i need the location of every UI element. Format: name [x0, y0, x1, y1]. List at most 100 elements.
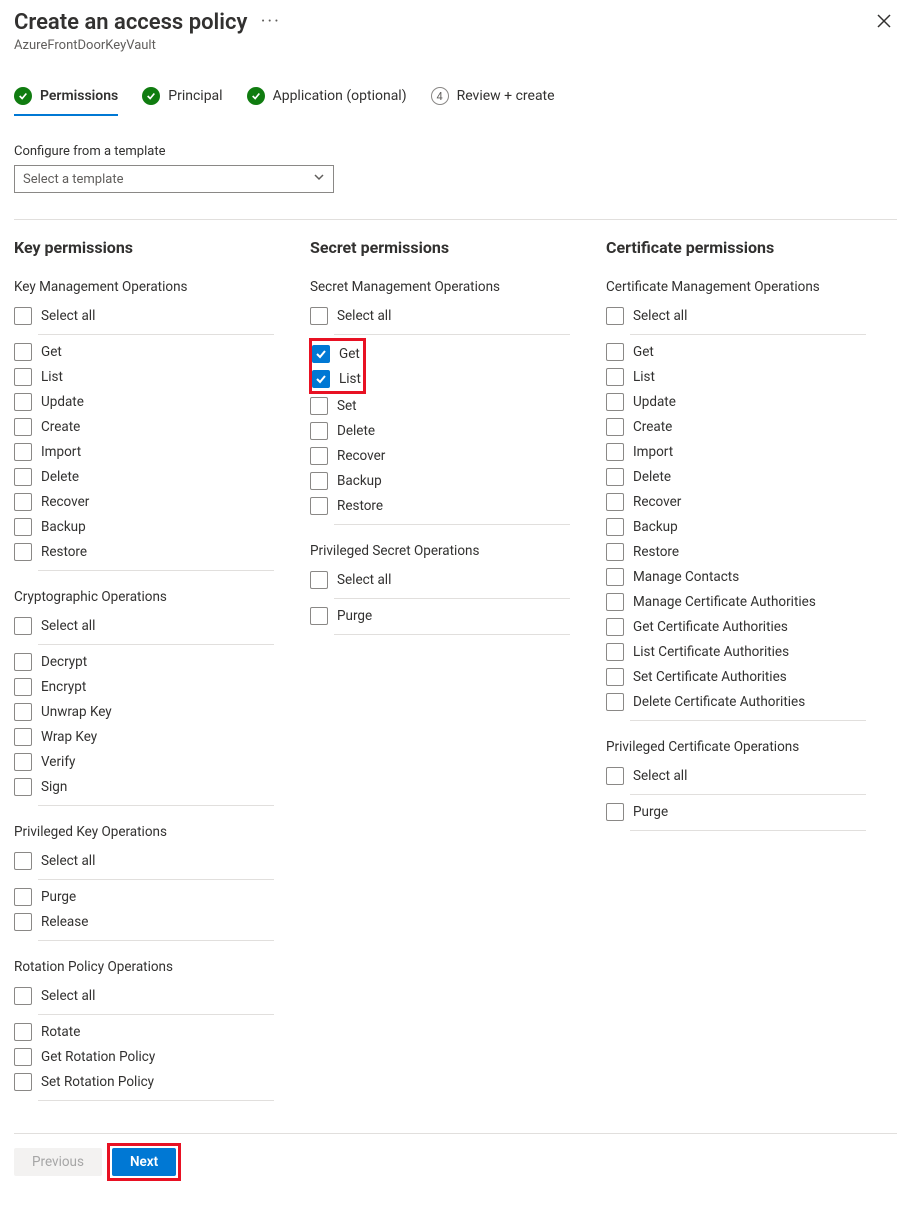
close-button[interactable] — [871, 10, 897, 36]
secret-perm-backup[interactable]: Backup — [310, 468, 570, 493]
key-perm-get-rotation-policy[interactable]: Get Rotation Policy — [14, 1044, 274, 1069]
key-perm-wrap-key[interactable]: Wrap Key — [14, 724, 274, 749]
cert-perm-delete[interactable]: Delete — [606, 464, 866, 489]
key-select-all[interactable]: Select all — [14, 303, 274, 328]
template-select[interactable]: Select a template — [14, 165, 334, 193]
checkbox[interactable] — [310, 447, 328, 465]
checkbox[interactable] — [14, 1073, 32, 1091]
checkbox[interactable] — [606, 343, 624, 361]
checkbox[interactable] — [606, 693, 624, 711]
cert-perm-purge[interactable]: Purge — [606, 799, 866, 824]
tab-step-1[interactable]: Permissions — [14, 81, 118, 115]
checkbox[interactable] — [14, 1048, 32, 1066]
checkbox[interactable] — [14, 653, 32, 671]
checkbox[interactable] — [14, 307, 32, 325]
checkbox[interactable] — [606, 518, 624, 536]
key-perm-unwrap-key[interactable]: Unwrap Key — [14, 699, 274, 724]
checkbox[interactable] — [14, 543, 32, 561]
checkbox[interactable] — [14, 518, 32, 536]
key-select-all[interactable]: Select all — [14, 848, 274, 873]
checkbox[interactable] — [606, 767, 624, 785]
key-select-all[interactable]: Select all — [14, 613, 274, 638]
cert-perm-get-certificate-authorities[interactable]: Get Certificate Authorities — [606, 614, 866, 639]
checkbox[interactable] — [606, 368, 624, 386]
cert-perm-get[interactable]: Get — [606, 339, 866, 364]
checkbox[interactable] — [606, 307, 624, 325]
cert-perm-set-certificate-authorities[interactable]: Set Certificate Authorities — [606, 664, 866, 689]
cert-perm-import[interactable]: Import — [606, 439, 866, 464]
key-perm-rotate[interactable]: Rotate — [14, 1019, 274, 1044]
key-perm-list[interactable]: List — [14, 364, 274, 389]
key-select-all[interactable]: Select all — [14, 983, 274, 1008]
checkbox[interactable] — [606, 803, 624, 821]
cert-perm-restore[interactable]: Restore — [606, 539, 866, 564]
cert-perm-delete-certificate-authorities[interactable]: Delete Certificate Authorities — [606, 689, 866, 714]
checkbox[interactable] — [14, 678, 32, 696]
tab-step-4[interactable]: 4Review + create — [431, 81, 555, 115]
checkbox[interactable] — [606, 443, 624, 461]
key-perm-verify[interactable]: Verify — [14, 749, 274, 774]
secret-perm-get[interactable]: Get — [312, 341, 361, 366]
cert-select-all[interactable]: Select all — [606, 763, 866, 788]
checkbox[interactable] — [310, 607, 328, 625]
checkbox[interactable] — [606, 618, 624, 636]
checkbox[interactable] — [14, 443, 32, 461]
checkbox[interactable] — [14, 888, 32, 906]
cert-perm-update[interactable]: Update — [606, 389, 866, 414]
secret-perm-delete[interactable]: Delete — [310, 418, 570, 443]
checkbox[interactable] — [14, 1023, 32, 1041]
checkbox[interactable] — [14, 493, 32, 511]
checkbox[interactable] — [14, 703, 32, 721]
checkbox[interactable] — [310, 472, 328, 490]
checkbox[interactable] — [14, 913, 32, 931]
previous-button[interactable]: Previous — [14, 1148, 102, 1176]
cert-perm-list-certificate-authorities[interactable]: List Certificate Authorities — [606, 639, 866, 664]
secret-perm-set[interactable]: Set — [310, 393, 570, 418]
key-perm-recover[interactable]: Recover — [14, 489, 274, 514]
checkbox[interactable] — [14, 778, 32, 796]
checkbox[interactable] — [14, 728, 32, 746]
key-perm-delete[interactable]: Delete — [14, 464, 274, 489]
checkbox[interactable] — [14, 617, 32, 635]
key-perm-import[interactable]: Import — [14, 439, 274, 464]
checkbox[interactable] — [606, 393, 624, 411]
checkbox[interactable] — [606, 668, 624, 686]
checkbox[interactable] — [606, 418, 624, 436]
checkbox[interactable] — [606, 568, 624, 586]
cert-perm-manage-contacts[interactable]: Manage Contacts — [606, 564, 866, 589]
secret-perm-purge[interactable]: Purge — [310, 603, 570, 628]
key-perm-backup[interactable]: Backup — [14, 514, 274, 539]
secret-perm-restore[interactable]: Restore — [310, 493, 570, 518]
checkbox[interactable] — [14, 987, 32, 1005]
cert-perm-create[interactable]: Create — [606, 414, 866, 439]
checkbox[interactable] — [310, 397, 328, 415]
next-button[interactable]: Next — [112, 1148, 176, 1176]
key-perm-create[interactable]: Create — [14, 414, 274, 439]
cert-select-all[interactable]: Select all — [606, 303, 866, 328]
checkbox[interactable] — [312, 370, 330, 388]
checkbox[interactable] — [14, 468, 32, 486]
tab-step-2[interactable]: Principal — [142, 81, 222, 115]
checkbox[interactable] — [310, 497, 328, 515]
checkbox[interactable] — [312, 345, 330, 363]
checkbox[interactable] — [14, 368, 32, 386]
more-icon[interactable]: ··· — [261, 11, 281, 32]
secret-perm-list[interactable]: List — [312, 366, 361, 391]
cert-perm-recover[interactable]: Recover — [606, 489, 866, 514]
checkbox[interactable] — [606, 493, 624, 511]
key-perm-release[interactable]: Release — [14, 909, 274, 934]
cert-perm-list[interactable]: List — [606, 364, 866, 389]
checkbox[interactable] — [310, 422, 328, 440]
checkbox[interactable] — [606, 468, 624, 486]
checkbox[interactable] — [606, 593, 624, 611]
key-perm-encrypt[interactable]: Encrypt — [14, 674, 274, 699]
checkbox[interactable] — [14, 343, 32, 361]
key-perm-set-rotation-policy[interactable]: Set Rotation Policy — [14, 1069, 274, 1094]
key-perm-purge[interactable]: Purge — [14, 884, 274, 909]
checkbox[interactable] — [606, 643, 624, 661]
checkbox[interactable] — [14, 418, 32, 436]
key-perm-update[interactable]: Update — [14, 389, 274, 414]
key-perm-restore[interactable]: Restore — [14, 539, 274, 564]
checkbox[interactable] — [310, 307, 328, 325]
checkbox[interactable] — [310, 571, 328, 589]
